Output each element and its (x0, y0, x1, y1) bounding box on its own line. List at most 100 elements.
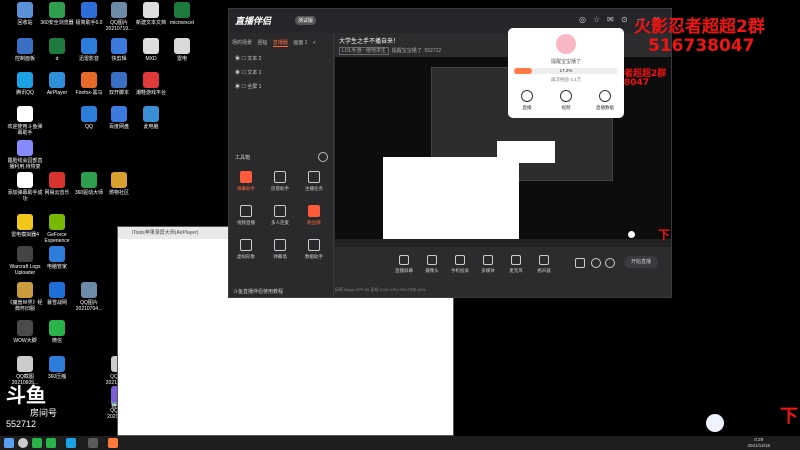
app-icon (174, 38, 190, 54)
tab-scenes[interactable]: 场的场景 (232, 40, 252, 46)
tool-icon (240, 205, 252, 217)
record-icon[interactable] (575, 258, 585, 268)
app-icon (143, 38, 159, 54)
desktop-icon[interactable]: 微信 (38, 320, 76, 344)
desktop-icon[interactable]: 潮鞋游戏平台 (132, 72, 170, 96)
tool-button[interactable]: 数据助手 (299, 239, 329, 260)
desktop-icon-label: 潮鞋游戏平台 (135, 90, 166, 96)
tutorial-link[interactable]: 斗鱼直播伴侣使用教程 (233, 288, 283, 295)
app-icon (49, 172, 65, 188)
mail-icon[interactable]: ✉ (607, 15, 614, 24)
user-icon[interactable]: ⊙ (621, 15, 628, 24)
tool-button[interactable]: 虚拟形象 (231, 239, 261, 260)
app-icon (111, 106, 127, 122)
douyu-logo: 斗鱼 (6, 385, 46, 407)
microphone-button[interactable]: 麦克风 (503, 255, 529, 274)
taskbar: 0:29 2021/12/16 (0, 436, 800, 450)
desktop-icon[interactable]: 露脸线会园部直播利用,待恢复 (6, 140, 44, 170)
tool-label: 弹幕助手 (237, 186, 255, 191)
phone-cast-button[interactable]: 手机投屏 (447, 255, 473, 274)
desktop-icon[interactable]: QQ图片20210704... (70, 282, 108, 312)
app-icon (49, 282, 65, 298)
popup-live-button[interactable]: 直播 (512, 90, 542, 111)
desktop-icon[interactable]: 欢迎使用斗鱼弹幕助手 (6, 106, 44, 136)
stream-category[interactable]: LOL手游 · 绝地求生 (339, 47, 389, 55)
tool-button[interactable]: 粉丝牌 (299, 205, 329, 226)
tool-button[interactable]: 多人连麦 (265, 205, 295, 226)
tab-streamer[interactable]: 直播器 (272, 40, 288, 47)
app-icon (143, 72, 159, 88)
desktop-icon-label: microexcel (170, 20, 194, 26)
taskview-icon[interactable] (32, 438, 42, 448)
speaker-button[interactable]: 扬声器 (531, 255, 557, 274)
popup-data-button[interactable]: 直播数据 (590, 90, 620, 111)
screen-capture-button[interactable]: 直播屏幕 (391, 255, 417, 274)
tool-label: 主播任务 (305, 186, 323, 191)
qq-taskbar-icon[interactable] (66, 438, 76, 448)
scene-item[interactable]: ◉ ☐ 全屏 1 (235, 83, 261, 90)
tool-button[interactable]: 弹幕助手 (231, 171, 261, 192)
desktop-icon[interactable]: 雷电 (163, 38, 201, 62)
app-icon (81, 282, 97, 298)
app-icon (17, 282, 33, 298)
tool-button[interactable]: 主播任务 (299, 171, 329, 192)
profile-popup: 提醒宝宝播了 17.2% 再次经验 4.4万 直播 视频 直播数据 (508, 28, 624, 118)
floating-assistant-icon[interactable] (706, 414, 724, 432)
desktop-icon-label: GeForce Experience (44, 232, 70, 244)
tool-icon (308, 171, 320, 183)
app-icon (49, 356, 65, 372)
star-icon[interactable]: ☆ (593, 15, 600, 24)
live-companion-taskbar-icon[interactable] (108, 438, 118, 448)
app-icon (17, 320, 33, 336)
tool-button[interactable]: 视频直播 (231, 205, 261, 226)
tab-vertical[interactable]: 竖临 (257, 40, 267, 46)
tool-button[interactable]: 弹幕墙 (265, 239, 295, 260)
app-icon (49, 214, 65, 230)
start-live-button[interactable]: 开始直播 (624, 256, 658, 268)
monitor-icon (399, 255, 409, 265)
settings-gear-icon[interactable] (605, 258, 615, 268)
tab-canvas[interactable]: 画面 1 (293, 40, 307, 46)
douyu-watermark: 斗鱼 房间号 552712 (6, 386, 66, 429)
desktop-icon-label: 360压缩 (47, 374, 67, 380)
overlay-group-number: 516738047 (648, 36, 755, 56)
tool-label: 弹幕墙 (273, 254, 287, 259)
app-taskbar-icon[interactable] (88, 438, 98, 448)
app-icon (81, 106, 97, 122)
tool-label: 数据助手 (305, 254, 323, 259)
tool-button[interactable]: 房管助手 (265, 171, 295, 192)
app-logo: 直播伴侣 (235, 16, 272, 26)
app-icon (81, 172, 97, 188)
wechat-taskbar-icon[interactable] (46, 438, 56, 448)
tool-label: 虚拟形象 (237, 254, 255, 259)
settings-icon[interactable]: ◎ (579, 15, 586, 24)
add-tab-button[interactable]: + (313, 40, 316, 46)
desktop-icon[interactable]: 此电脑 (132, 106, 170, 130)
system-clock[interactable]: 0:29 2021/12/16 (747, 437, 770, 449)
room-label: 房间号 (30, 408, 58, 418)
scene-item[interactable]: ◉ ☐ 文本 2 (235, 55, 261, 62)
overlay-corner-text: 下 (658, 228, 671, 242)
stream-meta: LOL手游 · 绝地求生 提醒宝宝播了 552712 (339, 47, 441, 55)
app-icon (17, 72, 33, 88)
desktop-icon[interactable]: GeForce Experience (38, 214, 76, 244)
camera-button[interactable]: 摄像头 (419, 255, 445, 274)
media-button[interactable]: 多媒体 (475, 255, 501, 274)
level-percent: 17.2% (559, 68, 573, 73)
desktop-icon[interactable]: 燃物社区 (100, 172, 138, 196)
search-icon[interactable] (18, 438, 28, 448)
popup-video-button[interactable]: 视频 (551, 90, 581, 111)
app-icon (111, 38, 127, 54)
scene-item[interactable]: ◉ ☐ 文本 1 (235, 69, 261, 76)
desktop-icon[interactable]: 360压缩 (38, 356, 76, 380)
collapse-icon[interactable] (318, 152, 328, 162)
app-icon (143, 106, 159, 122)
status-bar: 码率 0kbps FPS 30 丢帧 0.0% CPU 25% 内存 62% (335, 287, 426, 292)
desktop-icon[interactable]: 电脑管家 (38, 246, 76, 270)
info-icon[interactable] (591, 258, 601, 268)
avatar[interactable] (556, 34, 576, 54)
app-icon (111, 72, 127, 88)
desktop-icon[interactable]: microexcel (163, 2, 201, 26)
stream-title[interactable]: 大学生之手不播自来！ (339, 36, 399, 45)
start-menu-icon[interactable] (4, 438, 14, 448)
